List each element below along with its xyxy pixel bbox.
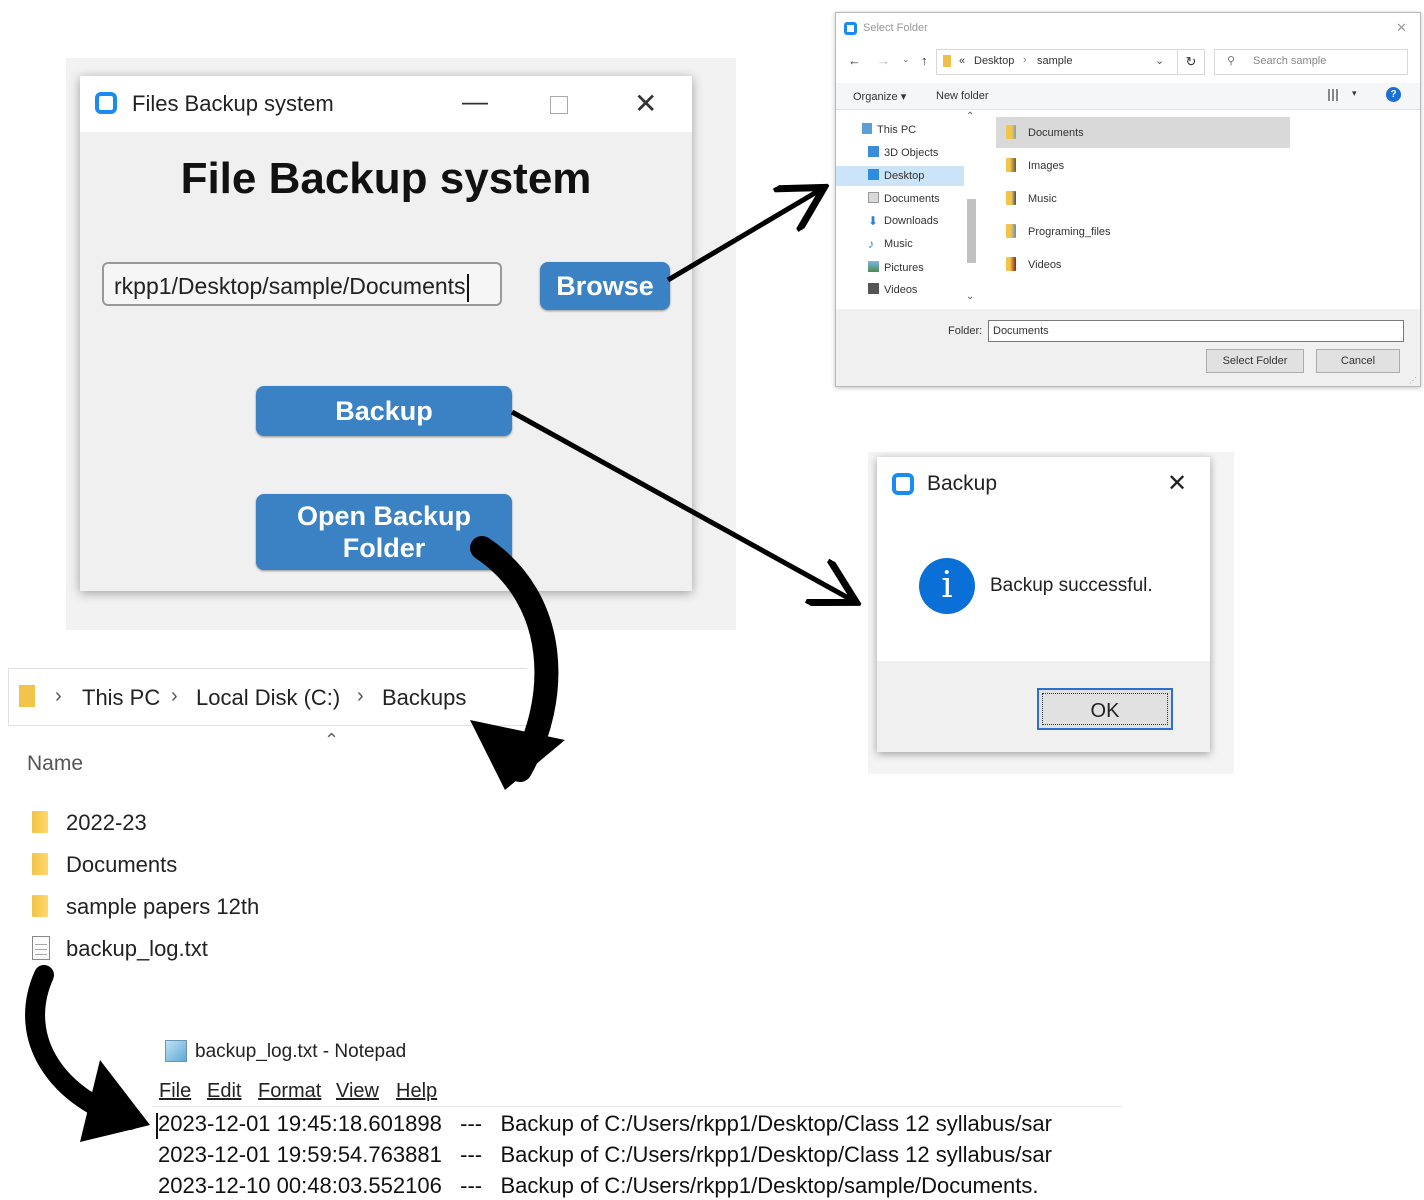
arrow-browse-to-dialog xyxy=(666,190,820,283)
arrow-open-folder-head xyxy=(470,720,565,790)
arrow-log-head xyxy=(80,1060,150,1142)
arrow-backup-to-message xyxy=(510,409,852,600)
annotation-arrows xyxy=(25,0,1424,1142)
